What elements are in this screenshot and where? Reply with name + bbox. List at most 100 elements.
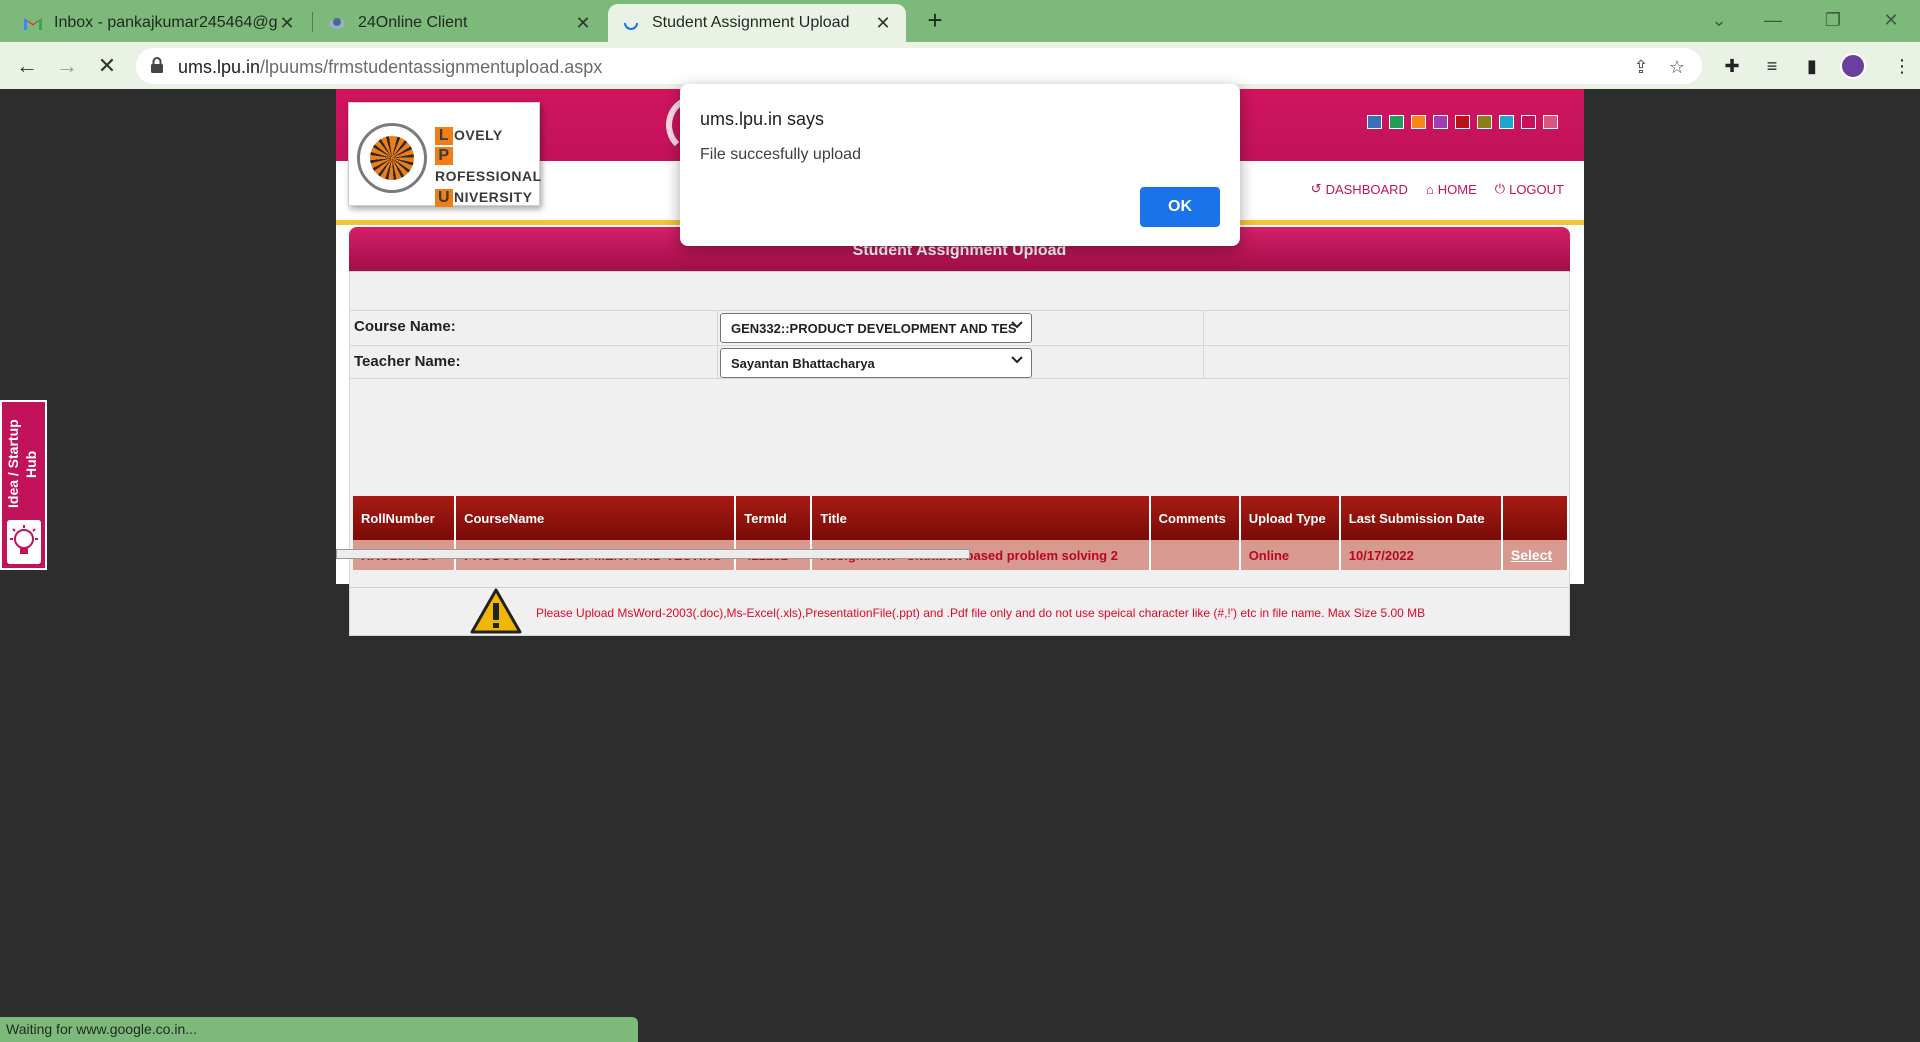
university-seal-icon [357,123,427,193]
profile-avatar[interactable] [1840,53,1866,79]
status-bar: Waiting for www.google.co.in... [0,1017,638,1042]
extensions-puzzle-icon[interactable]: ✚ [1720,54,1744,78]
course-name-select[interactable]: GEN332::PRODUCT DEVELOPMENT AND TES [720,313,1032,343]
warning-icon [470,588,522,634]
university-name: L OVELY P ROFESSIONAL U NIVERSITY [435,125,542,208]
tab-separator [312,12,313,32]
theme-swatch[interactable] [1543,115,1558,129]
column-header: RollNumber [353,496,457,540]
tab-title: 24Online Client [358,14,468,31]
divider [350,378,1569,379]
close-icon[interactable]: ✕ [278,14,296,32]
university-logo[interactable]: L OVELY P ROFESSIONAL U NIVERSITY [348,102,542,208]
column-header: Upload Type [1239,496,1341,540]
theme-swatch[interactable] [1433,115,1448,129]
back-icon[interactable]: ← [12,51,42,81]
stop-loading-icon[interactable]: ✕ [92,51,122,81]
tab-24online[interactable]: 24Online Client ✕ [314,4,606,42]
upload-type-cell: Online [1239,540,1341,570]
column-header: Last Submission Date [1339,496,1503,540]
theme-swatch[interactable] [1411,115,1426,129]
horizontal-scrollbar[interactable] [336,549,970,559]
url-path: /lpuums/frmstudentassignmentupload.aspx [260,57,603,77]
close-icon[interactable]: ✕ [874,14,892,32]
teacher-name-select[interactable]: Sayantan Bhattacharya [720,348,1032,378]
course-name-value: GEN332::PRODUCT DEVELOPMENT AND TES [731,321,1017,336]
idea-startup-hub-widget[interactable]: Idea / Startup Hub [0,400,47,570]
chevron-down-icon [1011,321,1023,329]
tab-title: Student Assignment Upload [652,14,850,31]
column-header [1501,496,1570,540]
lightbulb-icon [7,520,41,564]
divider [717,310,718,378]
side-panel-icon[interactable]: ▮ [1800,54,1824,78]
window-close-icon[interactable]: ✕ [1868,6,1914,34]
last-submission-date-cell: 10/17/2022 [1339,540,1503,570]
comments-cell [1149,540,1241,570]
alert-dialog: ums.lpu.in says File succesfully upload … [680,84,1240,246]
divider [1203,310,1204,378]
column-header: Title [811,496,1151,540]
media-queue-icon[interactable]: ≡ [1760,54,1784,78]
divider [350,587,1569,588]
divider [350,310,1569,311]
column-header: CourseName [455,496,737,540]
restore-icon[interactable]: ❐ [1810,6,1856,34]
minimize-icon[interactable]: — [1750,6,1796,34]
browser-toolbar: ← → ✕ ums.lpu.in/lpuums/frmstudentassign… [0,42,1920,89]
top-nav-links: ↺ DASHBOARD ⌂ HOME ⏻ LOGOUT [1311,181,1564,197]
divider [350,345,1569,346]
theme-swatch[interactable] [1389,115,1404,129]
forward-icon[interactable]: → [52,51,82,81]
menu-kebab-icon[interactable]: ⋮ [1890,54,1914,78]
tab-search-icon[interactable]: ⌄ [1696,6,1742,34]
select-link[interactable]: Select [1501,540,1570,570]
new-tab-button[interactable]: + [920,6,950,36]
idea-startup-hub-label: Idea / Startup Hub [5,419,39,509]
dialog-message: File succesfully upload [700,146,861,163]
teacher-name-value: Sayantan Bhattacharya [731,356,875,371]
tab-gmail[interactable]: Inbox - pankajkumar245464@gm ✕ [10,4,310,42]
theme-swatch[interactable] [1499,115,1514,129]
dialog-title: ums.lpu.in says [700,109,825,129]
logo-word-2: ROFESSIONAL [435,168,542,184]
address-bar[interactable]: ums.lpu.in/lpuums/frmstudentassignmentup… [136,48,1702,84]
upload-instructions: Please Upload MsWord-2003(.doc),Ms-Excel… [536,606,1426,620]
chevron-down-icon [1011,356,1023,364]
dashboard-link[interactable]: ↺ DASHBOARD [1311,181,1408,197]
logo-word-3: NIVERSITY [454,189,533,205]
column-header: Comments [1149,496,1241,540]
browser-tab-strip: Inbox - pankajkumar245464@gm ✕ 24Online … [0,0,1920,42]
ok-button[interactable]: OK [1140,187,1220,227]
logo-cap-l: L [435,127,453,145]
theme-switcher [1367,115,1558,129]
assignment-form: Course Name: GEN332::PRODUCT DEVELOPMENT… [349,271,1570,636]
24online-icon [328,14,346,32]
logo-cap-u: U [435,189,453,207]
url-text[interactable]: ums.lpu.in/lpuums/frmstudentassignmentup… [178,57,602,78]
gmail-icon [24,14,42,32]
teacher-name-label: Teacher Name: [354,353,461,370]
course-name-label: Course Name: [354,318,456,335]
dashboard-icon: ↺ [1310,181,1322,196]
theme-swatch[interactable] [1521,115,1536,129]
theme-swatch[interactable] [1367,115,1382,129]
home-icon: ⌂ [1425,181,1434,197]
dashboard-label: DASHBOARD [1325,181,1408,197]
logo-cap-p: P [435,147,453,165]
home-link[interactable]: ⌂ HOME [1426,181,1477,197]
theme-swatch[interactable] [1477,115,1492,129]
share-icon[interactable]: ⇪ [1630,56,1652,78]
theme-swatch[interactable] [1455,115,1470,129]
bookmark-star-icon[interactable]: ☆ [1666,56,1688,78]
lock-icon[interactable] [150,57,168,75]
power-icon: ⏻ [1494,181,1506,196]
logo-word-1: OVELY [454,127,503,143]
home-label: HOME [1437,181,1477,197]
logout-label: LOGOUT [1509,181,1564,197]
column-header: TermId [735,496,813,540]
tab-student-assignment-upload[interactable]: Student Assignment Upload ✕ [608,4,906,42]
tab-title: Inbox - pankajkumar245464@gm [54,14,278,31]
logout-link[interactable]: ⏻ LOGOUT [1495,181,1564,197]
close-icon[interactable]: ✕ [574,14,592,32]
